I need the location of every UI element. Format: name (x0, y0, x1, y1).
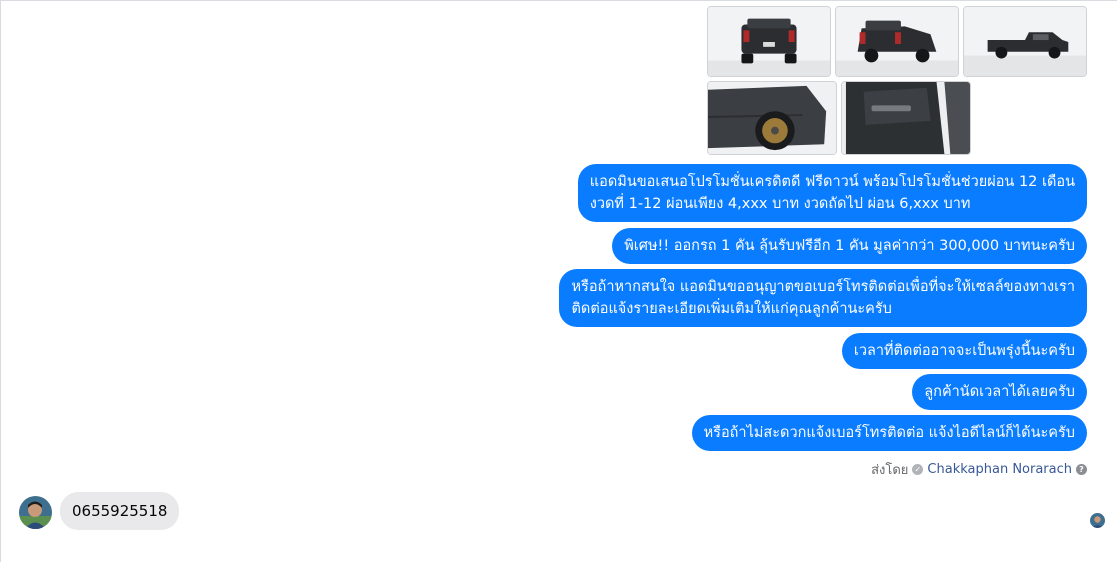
truck-rear-photo[interactable] (707, 6, 831, 77)
sent-by-label: ส่งโดย (871, 463, 909, 478)
message-bubble[interactable]: เวลาที่ติดต่ออาจจะเป็นพรุ่งนี้นะครับ (841, 333, 1087, 369)
read-receipt-avatar (1090, 513, 1105, 528)
incoming-message-bubble[interactable]: 0655925518 (60, 492, 180, 530)
message-line: หรือถ้าไม่สะดวกแจ้งเบอร์โทรติดต่อ แจ้งไอ… (703, 425, 1075, 441)
message-line: พิเศษ!! ออกรถ 1 คัน ลุ้นรับฟรีอีก 1 คัน … (624, 238, 1075, 254)
message-line: แอดมินขอเสนอโปรโมชั่นเครดิตดี ฟรีดาวน์ พ… (589, 174, 1075, 190)
message-line: ลูกค้านัดเวลาได้เลยครับ (924, 384, 1075, 400)
check-icon: ✓ (912, 464, 924, 475)
message-line: หรือถ้าหากสนใจ แอดมินขออนุญาตขอเบอร์โทรต… (571, 279, 1075, 295)
sent-by-line: ส่งโดย ✓ Chakkaphan Norarach ? (871, 459, 1087, 480)
message-line: เวลาที่ติดต่ออาจจะเป็นพรุ่งนี้นะครับ (853, 343, 1075, 359)
message-bubble[interactable]: พิเศษ!! ออกรถ 1 คัน ลุ้นรับฟรีอีก 1 คัน … (612, 228, 1087, 264)
help-icon[interactable]: ? (1076, 464, 1087, 475)
message-bubble[interactable]: หรือถ้าหากสนใจ แอดมินขออนุญาตขอเบอร์โทรต… (559, 269, 1087, 327)
truck-rear-quarter-photo[interactable] (835, 6, 959, 77)
truck-wheel-photo[interactable] (707, 81, 837, 155)
message-bubble[interactable]: แอดมินขอเสนอโปรโมชั่นเครดิตดี ฟรีดาวน์ พ… (577, 164, 1087, 222)
truck-door-interior-photo[interactable] (841, 81, 971, 155)
avatar[interactable] (19, 496, 52, 529)
message-line: ติดต่อแจ้งรายละเอียดเพิ่มเติมให้แก่คุณลู… (571, 301, 892, 317)
incoming-message-text: 0655925518 (72, 502, 168, 520)
message-bubble[interactable]: ลูกค้านัดเวลาได้เลยครับ (912, 374, 1087, 410)
message-line: งวดที่ 1-12 ผ่อนเพียง 4,xxx บาท งวดถัดไป… (589, 196, 971, 212)
truck-side-photo[interactable] (963, 6, 1087, 77)
message-bubble[interactable]: หรือถ้าไม่สะดวกแจ้งเบอร์โทรติดต่อ แจ้งไอ… (691, 415, 1087, 451)
sender-name-link[interactable]: Chakkaphan Norarach (927, 462, 1072, 477)
